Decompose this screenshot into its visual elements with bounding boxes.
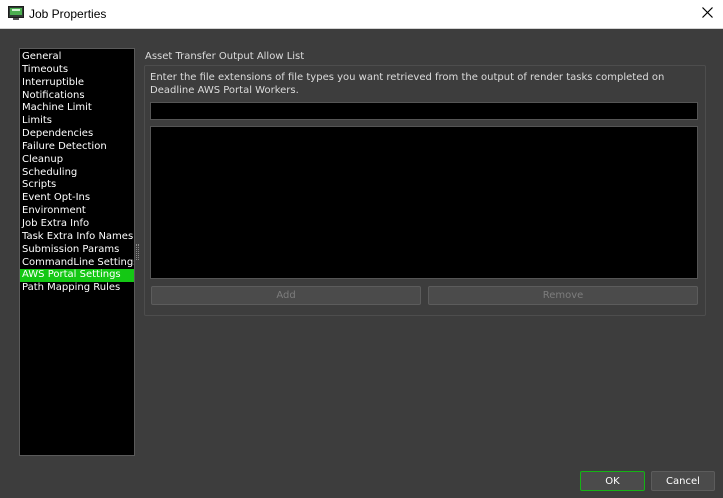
sidebar-item-commandline-settings[interactable]: CommandLine Settings <box>20 257 134 270</box>
add-button[interactable]: Add <box>151 286 421 305</box>
sidebar-item-path-mapping-rules[interactable]: Path Mapping Rules <box>20 282 134 295</box>
close-icon <box>701 7 713 21</box>
sidebar-item-timeouts[interactable]: Timeouts <box>20 64 134 77</box>
description-text: Enter the file extensions of file types … <box>150 72 665 96</box>
extension-input[interactable] <box>150 102 698 120</box>
window-title: Job Properties <box>29 7 107 21</box>
sidebar-item-cleanup[interactable]: Cleanup <box>20 154 134 167</box>
sidebar-item-scripts[interactable]: Scripts <box>20 179 134 192</box>
deadline-monitor-icon <box>8 6 24 21</box>
sidebar-item-aws-portal-settings[interactable]: AWS Portal Settings <box>20 269 134 283</box>
sidebar-item-job-extra-info[interactable]: Job Extra Info <box>20 218 134 231</box>
cancel-button[interactable]: Cancel <box>651 471 715 491</box>
remove-button[interactable]: Remove <box>428 286 698 305</box>
sidebar-item-notifications[interactable]: Notifications <box>20 90 134 103</box>
sidebar-item-environment[interactable]: Environment <box>20 205 134 218</box>
title-bar: Job Properties <box>0 0 723 29</box>
ok-button[interactable]: OK <box>580 471 645 491</box>
settings-category-list[interactable]: General Timeouts Interruptible Notification… <box>19 48 135 456</box>
dialog-body: General Timeouts Interruptible Notification… <box>0 29 723 498</box>
sidebar-item-limits[interactable]: Limits <box>20 115 134 128</box>
sidebar-item-failure-detection[interactable]: Failure Detection <box>20 141 134 154</box>
sidebar-item-submission-params[interactable]: Submission Params <box>20 244 134 257</box>
group-title: Asset Transfer Output Allow List <box>145 51 305 62</box>
extension-list[interactable] <box>150 126 698 279</box>
sidebar-item-general[interactable]: General <box>20 51 134 64</box>
sidebar-item-event-opt-ins[interactable]: Event Opt-Ins <box>20 192 134 205</box>
close-button[interactable] <box>691 0 723 28</box>
sidebar-item-dependencies[interactable]: Dependencies <box>20 128 134 141</box>
sidebar-item-machine-limit[interactable]: Machine Limit <box>20 102 134 115</box>
sidebar-item-task-extra-info-names[interactable]: Task Extra Info Names <box>20 231 134 244</box>
sidebar-item-interruptible[interactable]: Interruptible <box>20 77 134 90</box>
sidebar-item-scheduling[interactable]: Scheduling <box>20 167 134 180</box>
splitter-handle[interactable] <box>136 244 139 260</box>
